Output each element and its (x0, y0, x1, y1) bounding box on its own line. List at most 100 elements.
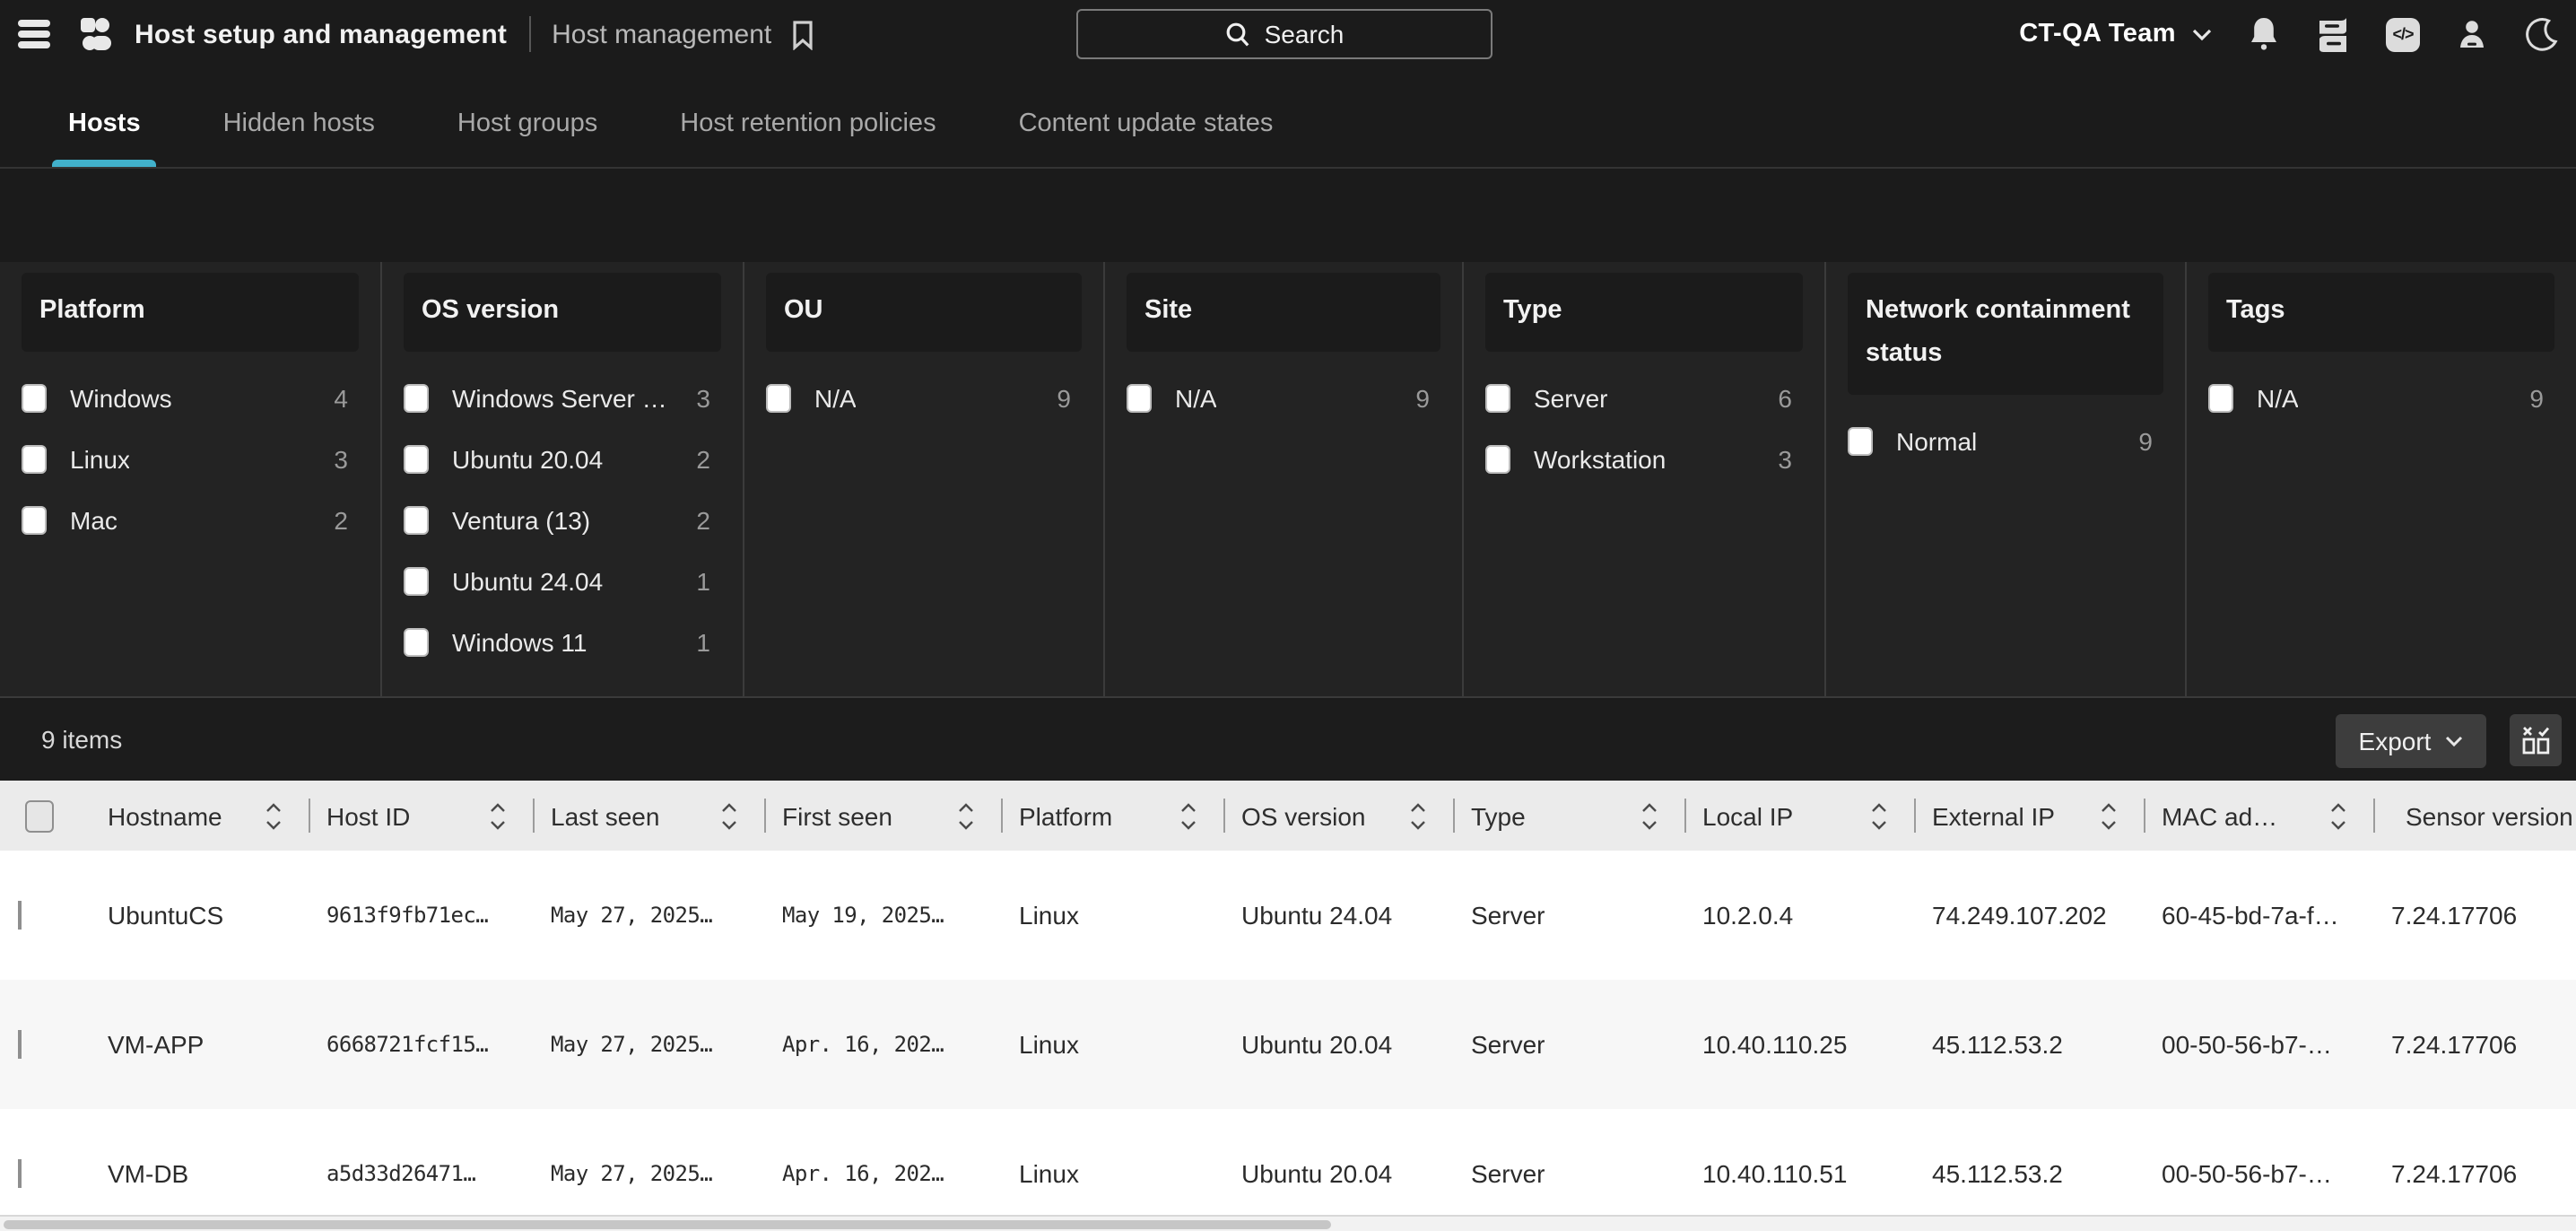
cell-mac-address: 60-45-bd-7a-f… (2144, 901, 2373, 930)
table-columns-settings-button[interactable] (2510, 714, 2562, 766)
col-header-type[interactable]: Type (1453, 781, 1684, 851)
filter-panel-network-containment: Network containment status Normal9 (1826, 262, 2187, 696)
cell-last-seen: May 27, 2025… (533, 1032, 764, 1057)
col-header-last-seen[interactable]: Last seen (533, 781, 764, 851)
checkbox[interactable] (404, 567, 429, 596)
filter-option[interactable]: N/A9 (2208, 384, 2554, 413)
notifications-bell-icon[interactable] (2248, 16, 2280, 52)
col-header-first-seen[interactable]: First seen (764, 781, 1001, 851)
checkbox[interactable] (1485, 384, 1510, 413)
cell-local-ip: 10.40.110.51 (1684, 1159, 1914, 1188)
table-row[interactable]: VM-APP 6668721fcf15… May 27, 2025… Apr. … (0, 980, 2576, 1109)
filter-panel-os-version: OS version Windows Server …3 Ubuntu 20.0… (382, 262, 744, 696)
tab-hidden-hosts[interactable]: Hidden hosts (218, 109, 380, 167)
filter-option[interactable]: Ubuntu 24.041 (404, 567, 721, 596)
cell-hostname: VM-APP (90, 1030, 309, 1059)
filter-panels: Platform Windows4 Linux3 Mac2 OS version… (0, 262, 2576, 698)
tab-hosts[interactable]: Hosts (63, 109, 146, 167)
select-all-checkbox[interactable] (25, 799, 54, 832)
filter-panel-platform: Platform Windows4 Linux3 Mac2 (0, 262, 382, 696)
team-selector[interactable]: CT-QA Team (2019, 20, 2212, 48)
checkbox[interactable] (404, 628, 429, 657)
checkbox[interactable] (404, 384, 429, 413)
sort-icon[interactable] (956, 799, 976, 832)
tab-content-update-states[interactable]: Content update states (1014, 109, 1279, 167)
table-row[interactable]: VM-DB a5d33d26471… May 27, 2025… Apr. 16… (0, 1109, 2576, 1231)
global-search-input[interactable]: Search (1076, 9, 1493, 59)
checkbox[interactable] (404, 445, 429, 474)
checkbox[interactable] (1485, 445, 1510, 474)
checkbox[interactable] (766, 384, 791, 413)
tab-host-groups[interactable]: Host groups (452, 109, 603, 167)
col-header-hostname[interactable]: Hostname (90, 781, 309, 851)
sort-icon[interactable] (2328, 799, 2348, 832)
sort-icon[interactable] (1408, 799, 1428, 832)
filter-option[interactable]: Ubuntu 20.042 (404, 445, 721, 474)
cell-last-seen: May 27, 2025… (533, 903, 764, 928)
tab-host-retention-policies[interactable]: Host retention policies (674, 109, 941, 167)
table-header-row: Hostname Host ID Last seen First seen Pl… (0, 781, 2576, 851)
hamburger-menu-icon[interactable] (14, 18, 54, 50)
filter-option[interactable]: Workstation3 (1485, 445, 1803, 474)
api-code-icon[interactable]: </> (2386, 17, 2420, 51)
cell-hostname: UbuntuCS (90, 901, 309, 930)
filter-option[interactable]: Windows Server …3 (404, 384, 721, 413)
filter-option[interactable]: N/A9 (766, 384, 1082, 413)
filter-option[interactable]: Linux3 (22, 445, 359, 474)
filter-option[interactable]: Normal9 (1848, 427, 2163, 456)
scrollbar-thumb[interactable] (4, 1220, 1331, 1229)
cell-os-version: Ubuntu 20.04 (1223, 1030, 1453, 1059)
filter-panel-ou: OU N/A9 (744, 262, 1105, 696)
filter-option[interactable]: Windows 111 (404, 628, 721, 657)
checkbox[interactable] (22, 506, 47, 535)
checkbox[interactable] (22, 384, 47, 413)
checkbox[interactable] (1127, 384, 1152, 413)
sort-icon[interactable] (264, 799, 283, 832)
col-header-sensor-version[interactable]: Sensor version (2373, 781, 2576, 851)
export-button[interactable]: Export (2336, 714, 2486, 768)
filter-option[interactable]: Server6 (1485, 384, 1803, 413)
row-checkbox[interactable] (18, 1030, 22, 1059)
filter-panel-title: OS version (404, 273, 721, 352)
app-logo[interactable] (79, 16, 115, 52)
checkbox[interactable] (2208, 384, 2233, 413)
row-checkbox[interactable] (18, 901, 22, 930)
sort-icon[interactable] (1869, 799, 1889, 832)
filter-option[interactable]: Ventura (13)2 (404, 506, 721, 535)
sort-icon[interactable] (1179, 799, 1198, 832)
sort-icon[interactable] (488, 799, 508, 832)
col-header-external-ip[interactable]: External IP (1914, 781, 2144, 851)
filter-option[interactable]: Windows4 (22, 384, 359, 413)
row-checkbox[interactable] (18, 1159, 22, 1188)
checkbox[interactable] (404, 506, 429, 535)
filter-panel-site: Site N/A9 (1105, 262, 1464, 696)
checkbox[interactable] (1848, 427, 1873, 456)
sort-icon[interactable] (719, 799, 739, 832)
filter-option[interactable]: Mac2 (22, 506, 359, 535)
bookmark-icon[interactable] (791, 19, 814, 49)
col-header-host-id[interactable]: Host ID (309, 781, 533, 851)
table-row[interactable]: UbuntuCS 9613f9fb71ec… May 27, 2025… May… (0, 851, 2576, 980)
filter-option[interactable]: N/A9 (1127, 384, 1440, 413)
user-profile-icon[interactable] (2456, 17, 2488, 51)
cell-platform: Linux (1001, 1159, 1223, 1188)
results-header-bar: 9 items Export (0, 700, 2576, 781)
sort-icon[interactable] (1640, 799, 1659, 832)
chevron-down-icon (2192, 28, 2212, 40)
col-header-local-ip[interactable]: Local IP (1684, 781, 1914, 851)
col-header-mac-address[interactable]: MAC address (2144, 781, 2373, 851)
cell-type: Server (1453, 901, 1684, 930)
cell-sensor-version: 7.24.17706 (2373, 1159, 2517, 1188)
search-placeholder: Search (1265, 20, 1345, 48)
dark-mode-moon-icon[interactable] (2524, 17, 2558, 51)
checkbox[interactable] (22, 445, 47, 474)
items-count: 9 items (41, 725, 122, 754)
horizontal-scrollbar[interactable] (0, 1215, 2576, 1231)
sort-icon[interactable] (2099, 799, 2119, 832)
col-header-platform[interactable]: Platform (1001, 781, 1223, 851)
col-header-os-version[interactable]: OS version (1223, 781, 1453, 851)
messages-icon[interactable] (2316, 17, 2350, 51)
chevron-down-icon (2445, 736, 2463, 746)
filter-panel-title: Platform (22, 273, 359, 352)
cell-local-ip: 10.40.110.25 (1684, 1030, 1914, 1059)
